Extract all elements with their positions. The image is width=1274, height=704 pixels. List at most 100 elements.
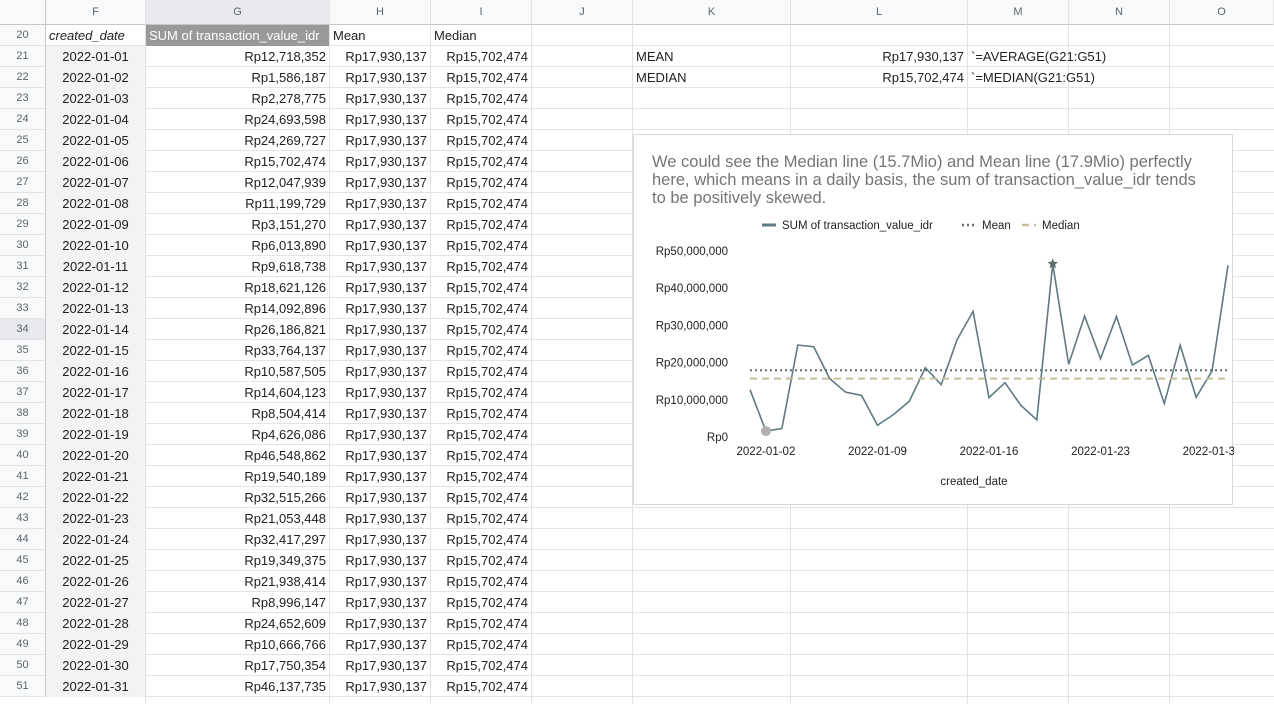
- mean-cell[interactable]: Rp17,930,137: [330, 634, 430, 655]
- row-header-37[interactable]: 37: [0, 382, 46, 403]
- row-header-49[interactable]: 49: [0, 634, 46, 655]
- median-cell[interactable]: Rp15,702,474: [431, 319, 531, 340]
- date-cell[interactable]: 2022-01-25: [46, 550, 145, 571]
- mean-cell[interactable]: Rp17,930,137: [330, 382, 430, 403]
- sum-cell[interactable]: Rp9,618,738: [146, 256, 329, 277]
- date-cell[interactable]: 2022-01-01: [46, 46, 145, 67]
- row-header-45[interactable]: 45: [0, 550, 46, 571]
- mean-cell[interactable]: Rp17,930,137: [330, 613, 430, 634]
- sum-cell[interactable]: Rp8,504,414: [146, 403, 329, 424]
- median-cell[interactable]: Rp15,702,474: [431, 88, 531, 109]
- median-cell[interactable]: Rp15,702,474: [431, 634, 531, 655]
- date-cell[interactable]: 2022-01-31: [46, 676, 145, 697]
- date-cell[interactable]: 2022-01-10: [46, 235, 145, 256]
- median-cell[interactable]: Rp15,702,474: [431, 46, 531, 67]
- column-header-l[interactable]: L: [791, 0, 968, 25]
- sum-cell[interactable]: Rp10,587,505: [146, 361, 329, 382]
- mean-cell[interactable]: Rp17,930,137: [330, 172, 430, 193]
- date-cell[interactable]: 2022-01-20: [46, 445, 145, 466]
- sum-cell[interactable]: Rp24,693,598: [146, 109, 329, 130]
- median-cell[interactable]: Rp15,702,474: [431, 109, 531, 130]
- date-cell[interactable]: 2022-01-22: [46, 487, 145, 508]
- header-cell-mean[interactable]: Mean: [330, 25, 430, 46]
- date-cell[interactable]: 2022-01-17: [46, 382, 145, 403]
- median-cell[interactable]: Rp15,702,474: [431, 592, 531, 613]
- mean-cell[interactable]: Rp17,930,137: [330, 550, 430, 571]
- sum-cell[interactable]: Rp4,626,086: [146, 424, 329, 445]
- sum-cell[interactable]: Rp19,349,375: [146, 550, 329, 571]
- row-header-46[interactable]: 46: [0, 571, 46, 592]
- column-header-n[interactable]: N: [1069, 0, 1170, 25]
- mean-cell[interactable]: Rp17,930,137: [330, 319, 430, 340]
- row-header-47[interactable]: 47: [0, 592, 46, 613]
- median-cell[interactable]: Rp15,702,474: [431, 445, 531, 466]
- row-header-50[interactable]: 50: [0, 655, 46, 676]
- row-header-21[interactable]: 21: [0, 46, 46, 67]
- sum-cell[interactable]: Rp3,151,270: [146, 214, 329, 235]
- date-cell[interactable]: 2022-01-08: [46, 193, 145, 214]
- row-header-36[interactable]: 36: [0, 361, 46, 382]
- date-cell[interactable]: 2022-01-14: [46, 319, 145, 340]
- median-cell[interactable]: Rp15,702,474: [431, 382, 531, 403]
- date-cell[interactable]: 2022-01-24: [46, 529, 145, 550]
- sum-cell[interactable]: Rp11,199,729: [146, 193, 329, 214]
- date-cell[interactable]: 2022-01-11: [46, 256, 145, 277]
- sum-cell[interactable]: Rp46,137,735: [146, 676, 329, 697]
- sum-cell[interactable]: Rp10,666,766: [146, 634, 329, 655]
- median-cell[interactable]: Rp15,702,474: [431, 151, 531, 172]
- header-cell-median[interactable]: Median: [431, 25, 531, 46]
- row-header-35[interactable]: 35: [0, 340, 46, 361]
- sum-cell[interactable]: Rp32,417,297: [146, 529, 329, 550]
- date-cell[interactable]: 2022-01-18: [46, 403, 145, 424]
- row-header-20[interactable]: 20: [0, 25, 46, 46]
- sum-cell[interactable]: Rp24,652,609: [146, 613, 329, 634]
- mean-cell[interactable]: Rp17,930,137: [330, 529, 430, 550]
- stat-label-mean[interactable]: MEAN: [633, 46, 790, 67]
- row-header-51[interactable]: 51: [0, 676, 46, 697]
- median-cell[interactable]: Rp15,702,474: [431, 361, 531, 382]
- median-cell[interactable]: Rp15,702,474: [431, 655, 531, 676]
- mean-cell[interactable]: Rp17,930,137: [330, 298, 430, 319]
- date-cell[interactable]: 2022-01-04: [46, 109, 145, 130]
- date-cell[interactable]: 2022-01-12: [46, 277, 145, 298]
- sum-cell[interactable]: Rp6,013,890: [146, 235, 329, 256]
- date-cell[interactable]: 2022-01-07: [46, 172, 145, 193]
- sum-cell[interactable]: Rp17,750,354: [146, 655, 329, 676]
- date-cell[interactable]: 2022-01-03: [46, 88, 145, 109]
- median-cell[interactable]: Rp15,702,474: [431, 403, 531, 424]
- date-cell[interactable]: 2022-01-29: [46, 634, 145, 655]
- median-cell[interactable]: Rp15,702,474: [431, 508, 531, 529]
- sum-cell[interactable]: Rp8,996,147: [146, 592, 329, 613]
- mean-cell[interactable]: Rp17,930,137: [330, 151, 430, 172]
- median-cell[interactable]: Rp15,702,474: [431, 550, 531, 571]
- date-cell[interactable]: 2022-01-27: [46, 592, 145, 613]
- column-header-j[interactable]: J: [532, 0, 633, 25]
- row-header-24[interactable]: 24: [0, 109, 46, 130]
- sum-cell[interactable]: Rp33,764,137: [146, 340, 329, 361]
- column-header-h[interactable]: H: [330, 0, 431, 25]
- row-header-22[interactable]: 22: [0, 67, 46, 88]
- stat-formula-median[interactable]: `=MEDIAN(G21:G51): [968, 67, 1168, 88]
- date-cell[interactable]: 2022-01-02: [46, 67, 145, 88]
- date-cell[interactable]: 2022-01-28: [46, 613, 145, 634]
- sum-cell[interactable]: Rp46,548,862: [146, 445, 329, 466]
- stat-value-mean[interactable]: Rp17,930,137: [791, 46, 967, 67]
- mean-cell[interactable]: Rp17,930,137: [330, 235, 430, 256]
- date-cell[interactable]: 2022-01-26: [46, 571, 145, 592]
- column-header-o[interactable]: O: [1170, 0, 1274, 25]
- row-header-44[interactable]: 44: [0, 529, 46, 550]
- row-header-29[interactable]: 29: [0, 214, 46, 235]
- mean-cell[interactable]: Rp17,930,137: [330, 361, 430, 382]
- median-cell[interactable]: Rp15,702,474: [431, 424, 531, 445]
- median-cell[interactable]: Rp15,702,474: [431, 214, 531, 235]
- median-cell[interactable]: Rp15,702,474: [431, 613, 531, 634]
- select-all-corner[interactable]: [0, 0, 46, 25]
- sum-cell[interactable]: Rp24,269,727: [146, 130, 329, 151]
- sum-cell[interactable]: Rp26,186,821: [146, 319, 329, 340]
- mean-cell[interactable]: Rp17,930,137: [330, 109, 430, 130]
- row-header-34[interactable]: 34: [0, 319, 46, 340]
- median-cell[interactable]: Rp15,702,474: [431, 487, 531, 508]
- mean-cell[interactable]: Rp17,930,137: [330, 487, 430, 508]
- column-header-f[interactable]: F: [46, 0, 146, 25]
- row-header-41[interactable]: 41: [0, 466, 46, 487]
